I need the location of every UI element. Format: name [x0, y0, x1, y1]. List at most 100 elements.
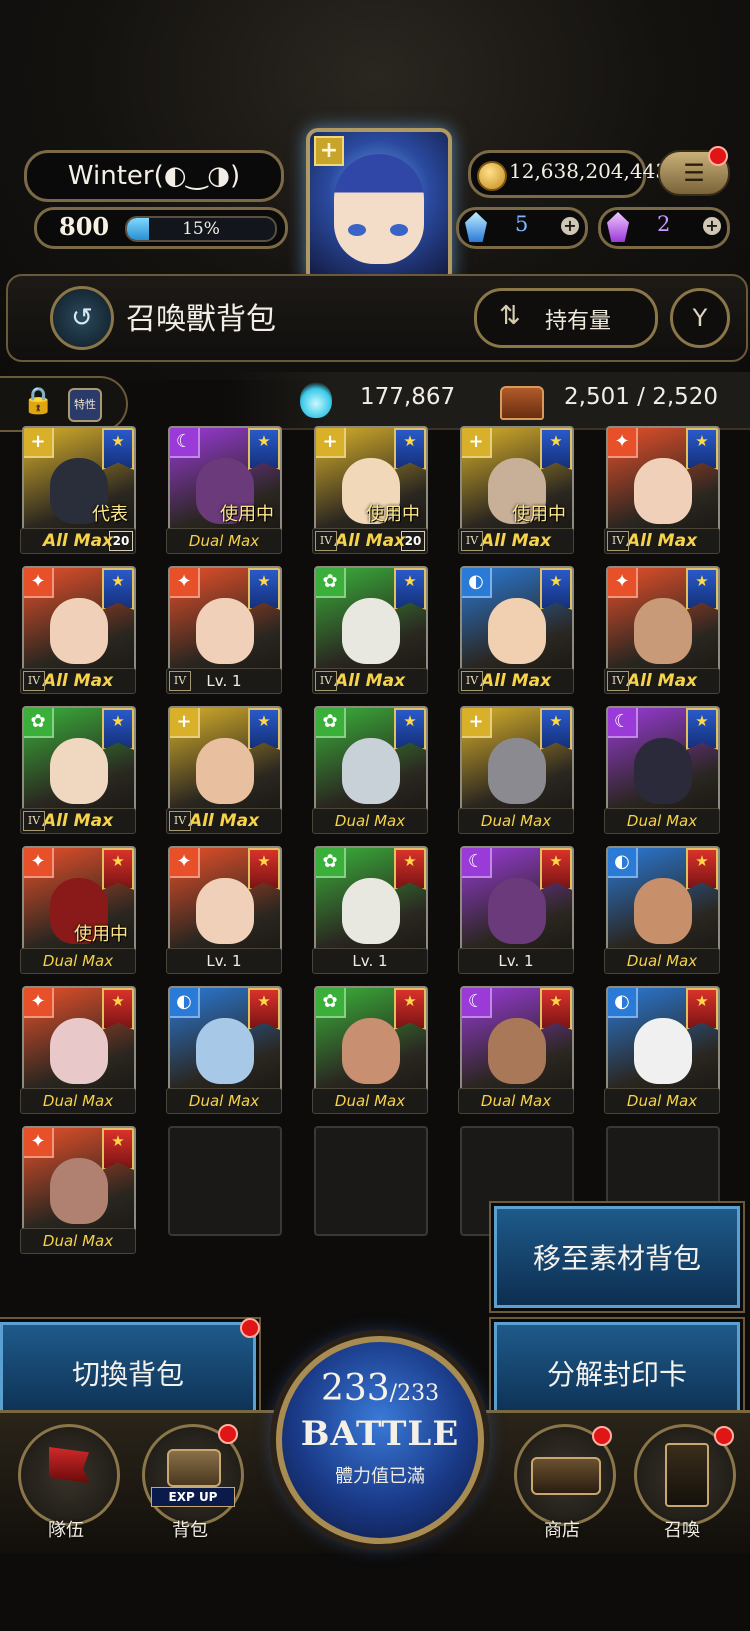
- trait-button[interactable]: 特性: [68, 388, 102, 422]
- rank-star-icon: ★: [102, 428, 134, 470]
- lock-icon[interactable]: 🔒: [22, 386, 54, 416]
- summon-card[interactable]: ✦ ★ Dual Max: [20, 1126, 136, 1254]
- card-level-text: Dual Max: [626, 952, 698, 970]
- filter-button[interactable]: Y: [670, 288, 730, 348]
- card-level-label: Dual Max: [20, 948, 136, 974]
- summon-card[interactable]: ◐ ★ IV All Max: [458, 566, 574, 694]
- summon-card[interactable]: ✿ ★ Dual Max: [312, 986, 428, 1114]
- fire-element-icon: ✦: [24, 1128, 54, 1158]
- card-level-label: IV All Max: [604, 668, 720, 694]
- card-level-text: All Max: [626, 531, 698, 551]
- switch-bag-button[interactable]: 切換背包: [0, 1322, 256, 1424]
- rank-star-icon: ★: [102, 568, 134, 610]
- summon-card[interactable]: ✦ ★ IV Lv. 1: [166, 566, 282, 694]
- card-art: + ★ 使用中: [460, 426, 574, 536]
- move-to-material-button[interactable]: 移至素材背包: [494, 1206, 740, 1308]
- card-portrait: [634, 738, 692, 804]
- summon-card[interactable]: + ★ 使用中 IV All Max 20: [312, 426, 428, 554]
- rank-star-icon: ★: [394, 708, 426, 750]
- leader-avatar[interactable]: +: [306, 128, 452, 284]
- card-level-label: IV All Max: [166, 808, 282, 834]
- empty-slot-frame: [168, 1126, 282, 1236]
- rank-star-icon: ★: [248, 428, 280, 470]
- card-status-tag: 使用中: [366, 504, 420, 525]
- back-button[interactable]: ↺: [50, 286, 114, 350]
- summon-card[interactable]: ✿ ★ IV All Max: [312, 566, 428, 694]
- rank-star-icon: ★: [540, 988, 572, 1030]
- card-level-text: All Max: [626, 671, 698, 691]
- rank-star-icon: ★: [248, 988, 280, 1030]
- card-level-label: Dual Max: [312, 1088, 428, 1114]
- rank-star-icon: ★: [248, 708, 280, 750]
- water-element-icon: ◐: [608, 988, 638, 1018]
- card-portrait: [196, 1018, 254, 1084]
- summon-card[interactable]: ✦ ★ IV All Max: [20, 566, 136, 694]
- card-art: ✦ ★: [168, 846, 282, 956]
- rank-star-icon: ★: [686, 848, 718, 890]
- wood-element-icon: ✿: [316, 988, 346, 1018]
- summon-card[interactable]: ✦ ★ IV All Max: [604, 426, 720, 554]
- summon-card[interactable]: ✦ ★ IV All Max: [604, 566, 720, 694]
- summon-card[interactable]: ◐ ★ Dual Max: [604, 986, 720, 1114]
- summon-card[interactable]: ☾ ★ Dual Max: [604, 706, 720, 834]
- water-element-icon: ◐: [170, 988, 200, 1018]
- sort-button[interactable]: ⇅ 持有量: [474, 288, 658, 348]
- card-status-tag: 使用中: [220, 504, 274, 525]
- light-element-icon: +: [462, 708, 492, 738]
- wood-element-icon: ✿: [316, 708, 346, 738]
- decompose-button[interactable]: 分解封印卡: [494, 1322, 740, 1424]
- card-art: ✿ ★: [314, 566, 428, 676]
- card-level-label: IV Lv. 1: [166, 668, 282, 694]
- summon-card[interactable]: ✦ ★ Lv. 1: [166, 846, 282, 974]
- add-purple-gem-button[interactable]: +: [703, 217, 721, 235]
- card-level-text: Dual Max: [334, 1092, 406, 1110]
- battle-button[interactable]: 233/233 BATTLE 體力值已滿: [276, 1336, 484, 1544]
- notification-dot: [708, 146, 728, 166]
- card-level-label: Dual Max: [458, 808, 574, 834]
- card-art: ✦ ★: [22, 566, 136, 676]
- card-portrait: [50, 1018, 108, 1084]
- card-art: ✿ ★: [314, 986, 428, 1096]
- card-art: ☾ ★: [460, 986, 574, 1096]
- summon-card[interactable]: ◐ ★ Dual Max: [604, 846, 720, 974]
- empty-slot-frame: [314, 1126, 428, 1236]
- notification-dot: [240, 1318, 260, 1338]
- card-level-label: Dual Max: [20, 1088, 136, 1114]
- summon-card[interactable]: + ★ 代表 All Max 20: [20, 426, 136, 554]
- summon-card[interactable]: ✿ ★ IV All Max: [20, 706, 136, 834]
- summon-card[interactable]: ✦ ★ 使用中 Dual Max: [20, 846, 136, 974]
- wood-element-icon: ✿: [316, 848, 346, 878]
- dark-element-icon: ☾: [608, 708, 638, 738]
- fire-element-icon: ✦: [24, 848, 54, 878]
- back-arrow-icon: ↺: [71, 303, 93, 333]
- summon-card[interactable]: ☾ ★ Dual Max: [458, 986, 574, 1114]
- summon-card[interactable]: ✿ ★ Dual Max: [312, 706, 428, 834]
- blue-gem-icon: [465, 212, 487, 242]
- rank-star-icon: ★: [248, 568, 280, 610]
- nav-summon-label: 召喚: [664, 1520, 700, 1541]
- summon-card[interactable]: + ★ IV All Max: [166, 706, 282, 834]
- fire-element-icon: ✦: [24, 568, 54, 598]
- summon-card[interactable]: + ★ Dual Max: [458, 706, 574, 834]
- card-portrait: [342, 738, 400, 804]
- add-blue-gem-button[interactable]: +: [561, 217, 579, 235]
- card-level-label: Dual Max: [604, 1088, 720, 1114]
- player-name: Winter(◐‿◑): [24, 150, 284, 202]
- summon-card[interactable]: ☾ ★ 使用中 Dual Max: [166, 426, 282, 554]
- summon-card[interactable]: ☾ ★ Lv. 1: [458, 846, 574, 974]
- card-art: ☾ ★: [460, 846, 574, 956]
- move-to-material-label: 移至素材背包: [532, 1242, 701, 1275]
- refine-rank-badge: IV: [169, 671, 191, 691]
- summon-card[interactable]: + ★ 使用中 IV All Max: [458, 426, 574, 554]
- skill-level-badge: 20: [109, 531, 133, 551]
- summon-card[interactable]: ✿ ★ Lv. 1: [312, 846, 428, 974]
- summon-card[interactable]: ◐ ★ Dual Max: [166, 986, 282, 1114]
- soul-flame-icon: [300, 382, 332, 418]
- soul-count: 177,867: [360, 384, 456, 410]
- nav-team[interactable]: 隊伍: [14, 1424, 120, 1544]
- card-level-label: Lv. 1: [312, 948, 428, 974]
- fire-element-icon: ✦: [608, 568, 638, 598]
- summon-card[interactable]: ✦ ★ Dual Max: [20, 986, 136, 1114]
- card-portrait: [488, 878, 546, 944]
- card-art: ◐ ★: [606, 846, 720, 956]
